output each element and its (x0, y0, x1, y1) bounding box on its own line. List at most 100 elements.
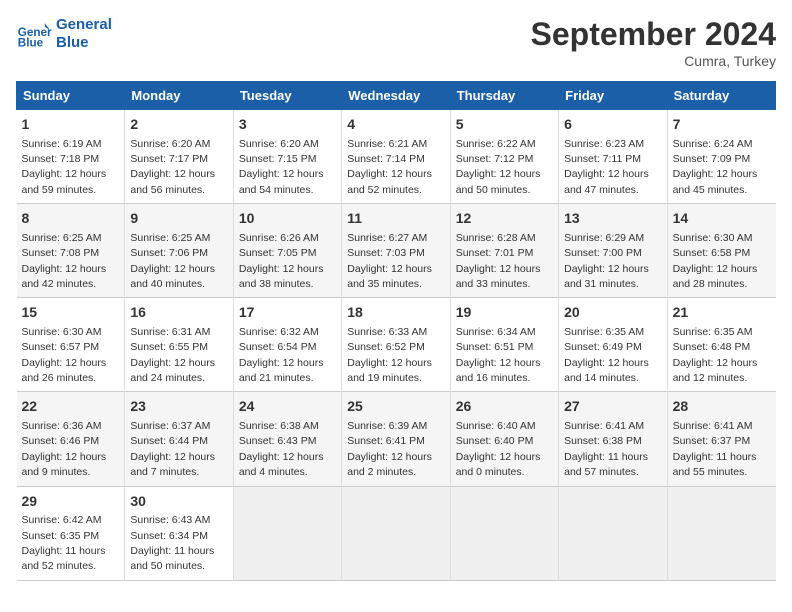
calendar-cell: 27 Sunrise: 6:41 AMSunset: 6:38 PMDayligh… (559, 392, 667, 486)
calendar-cell: 23 Sunrise: 6:37 AMSunset: 6:44 PMDayligh… (125, 392, 233, 486)
calendar-cell: 18Sunrise: 6:33 AMSunset: 6:52 PMDayligh… (342, 298, 450, 392)
calendar-cell: 13Sunrise: 6:29 AMSunset: 7:00 PMDayligh… (559, 204, 667, 298)
day-number: 22 (22, 397, 120, 417)
day-number: 12 (456, 209, 553, 229)
day-number: 13 (564, 209, 661, 229)
day-number: 21 (673, 303, 771, 323)
day-number: 7 (673, 115, 771, 135)
day-info: Sunrise: 6:43 AMSunset: 6:34 PMDaylight:… (130, 514, 214, 572)
calendar-cell (450, 486, 558, 580)
location: Cumra, Turkey (531, 53, 776, 69)
day-info: Sunrise: 6:20 AMSunset: 7:17 PMDaylight:… (130, 138, 215, 196)
day-info: Sunrise: 6:40 AMSunset: 6:40 PMDaylight:… (456, 420, 541, 478)
col-header-wednesday: Wednesday (342, 82, 450, 110)
col-header-thursday: Thursday (450, 82, 558, 110)
day-info: Sunrise: 6:42 AMSunset: 6:35 PMDaylight:… (22, 514, 106, 572)
svg-text:Blue: Blue (18, 37, 44, 50)
day-number: 1 (22, 115, 120, 135)
day-info: Sunrise: 6:26 AMSunset: 7:05 PMDaylight:… (239, 232, 324, 290)
calendar-cell (559, 486, 667, 580)
day-number: 27 (564, 397, 661, 417)
week-row-5: 29Sunrise: 6:42 AMSunset: 6:35 PMDayligh… (17, 486, 776, 580)
header-row: SundayMondayTuesdayWednesdayThursdayFrid… (17, 82, 776, 110)
calendar-cell: 12Sunrise: 6:28 AMSunset: 7:01 PMDayligh… (450, 204, 558, 298)
col-header-monday: Monday (125, 82, 233, 110)
day-number: 30 (130, 492, 227, 512)
day-info: Sunrise: 6:39 AMSunset: 6:41 PMDaylight:… (347, 420, 432, 478)
day-number: 20 (564, 303, 661, 323)
calendar-cell: 9Sunrise: 6:25 AMSunset: 7:06 PMDaylight… (125, 204, 233, 298)
month-title: September 2024 (531, 16, 776, 53)
calendar-cell: 10 Sunrise: 6:26 AMSunset: 7:05 PMDayligh… (233, 204, 341, 298)
day-number: 3 (239, 115, 336, 135)
title-block: September 2024 Cumra, Turkey (531, 16, 776, 69)
day-info: Sunrise: 6:24 AMSunset: 7:09 PMDaylight:… (673, 138, 758, 196)
calendar-cell: 24 Sunrise: 6:38 AMSunset: 6:43 PMDayligh… (233, 392, 341, 486)
calendar-cell: 26 Sunrise: 6:40 AMSunset: 6:40 PMDayligh… (450, 392, 558, 486)
day-info: Sunrise: 6:22 AMSunset: 7:12 PMDaylight:… (456, 138, 541, 196)
calendar-cell: 29Sunrise: 6:42 AMSunset: 6:35 PMDayligh… (17, 486, 125, 580)
day-number: 17 (239, 303, 336, 323)
calendar-cell (342, 486, 450, 580)
day-info: Sunrise: 6:38 AMSunset: 6:43 PMDaylight:… (239, 420, 324, 478)
day-info: Sunrise: 6:19 AMSunset: 7:18 PMDaylight:… (22, 138, 107, 196)
day-info: Sunrise: 6:25 AMSunset: 7:08 PMDaylight:… (22, 232, 107, 290)
calendar-cell: 25 Sunrise: 6:39 AMSunset: 6:41 PMDayligh… (342, 392, 450, 486)
logo: General Blue GeneralBlue (16, 16, 112, 52)
calendar-cell: 8 Sunrise: 6:25 AMSunset: 7:08 PMDaylight… (17, 204, 125, 298)
day-number: 25 (347, 397, 444, 417)
calendar-cell: 2 Sunrise: 6:20 AMSunset: 7:17 PMDaylight… (125, 110, 233, 204)
day-info: Sunrise: 6:21 AMSunset: 7:14 PMDaylight:… (347, 138, 432, 196)
day-info: Sunrise: 6:35 AMSunset: 6:49 PMDaylight:… (564, 326, 649, 384)
calendar-cell: 14 Sunrise: 6:30 AMSunset: 6:58 PMDayligh… (667, 204, 775, 298)
day-number: 16 (130, 303, 227, 323)
logo-icon: General Blue (16, 16, 52, 52)
col-header-tuesday: Tuesday (233, 82, 341, 110)
day-number: 2 (130, 115, 227, 135)
day-number: 18 (347, 303, 444, 323)
day-info: Sunrise: 6:37 AMSunset: 6:44 PMDaylight:… (130, 420, 215, 478)
calendar-cell: 15 Sunrise: 6:30 AMSunset: 6:57 PMDayligh… (17, 298, 125, 392)
calendar-cell: 19 Sunrise: 6:34 AMSunset: 6:51 PMDayligh… (450, 298, 558, 392)
day-number: 26 (456, 397, 553, 417)
calendar-cell: 22 Sunrise: 6:36 AMSunset: 6:46 PMDayligh… (17, 392, 125, 486)
day-number: 29 (22, 492, 120, 512)
day-number: 6 (564, 115, 661, 135)
day-number: 11 (347, 209, 444, 229)
day-number: 23 (130, 397, 227, 417)
week-row-2: 8 Sunrise: 6:25 AMSunset: 7:08 PMDaylight… (17, 204, 776, 298)
day-info: Sunrise: 6:23 AMSunset: 7:11 PMDaylight:… (564, 138, 649, 196)
day-number: 15 (22, 303, 120, 323)
calendar-cell: 6 Sunrise: 6:23 AMSunset: 7:11 PMDaylight… (559, 110, 667, 204)
calendar-cell: 4Sunrise: 6:21 AMSunset: 7:14 PMDaylight… (342, 110, 450, 204)
calendar-cell: 21Sunrise: 6:35 AMSunset: 6:48 PMDayligh… (667, 298, 775, 392)
day-info: Sunrise: 6:30 AMSunset: 6:58 PMDaylight:… (673, 232, 758, 290)
calendar-cell (233, 486, 341, 580)
day-number: 5 (456, 115, 553, 135)
day-number: 19 (456, 303, 553, 323)
day-number: 24 (239, 397, 336, 417)
col-header-saturday: Saturday (667, 82, 775, 110)
day-info: Sunrise: 6:30 AMSunset: 6:57 PMDaylight:… (22, 326, 107, 384)
day-number: 10 (239, 209, 336, 229)
day-info: Sunrise: 6:34 AMSunset: 6:51 PMDaylight:… (456, 326, 541, 384)
day-number: 28 (673, 397, 771, 417)
col-header-sunday: Sunday (17, 82, 125, 110)
week-row-3: 15 Sunrise: 6:30 AMSunset: 6:57 PMDayligh… (17, 298, 776, 392)
day-info: Sunrise: 6:31 AMSunset: 6:55 PMDaylight:… (130, 326, 215, 384)
calendar-cell: 3Sunrise: 6:20 AMSunset: 7:15 PMDaylight… (233, 110, 341, 204)
page-header: General Blue GeneralBlue September 2024 … (16, 16, 776, 69)
day-info: Sunrise: 6:32 AMSunset: 6:54 PMDaylight:… (239, 326, 324, 384)
day-info: Sunrise: 6:41 AMSunset: 6:38 PMDaylight:… (564, 420, 648, 478)
calendar-cell: 16 Sunrise: 6:31 AMSunset: 6:55 PMDayligh… (125, 298, 233, 392)
day-info: Sunrise: 6:36 AMSunset: 6:46 PMDaylight:… (22, 420, 107, 478)
calendar-cell (667, 486, 775, 580)
calendar-table: SundayMondayTuesdayWednesdayThursdayFrid… (16, 81, 776, 581)
day-number: 8 (22, 209, 120, 229)
calendar-cell: 1 Sunrise: 6:19 AMSunset: 7:18 PMDaylight… (17, 110, 125, 204)
day-info: Sunrise: 6:27 AMSunset: 7:03 PMDaylight:… (347, 232, 432, 290)
calendar-cell: 30Sunrise: 6:43 AMSunset: 6:34 PMDayligh… (125, 486, 233, 580)
logo-text: GeneralBlue (56, 16, 112, 52)
calendar-cell: 7 Sunrise: 6:24 AMSunset: 7:09 PMDaylight… (667, 110, 775, 204)
day-number: 14 (673, 209, 771, 229)
